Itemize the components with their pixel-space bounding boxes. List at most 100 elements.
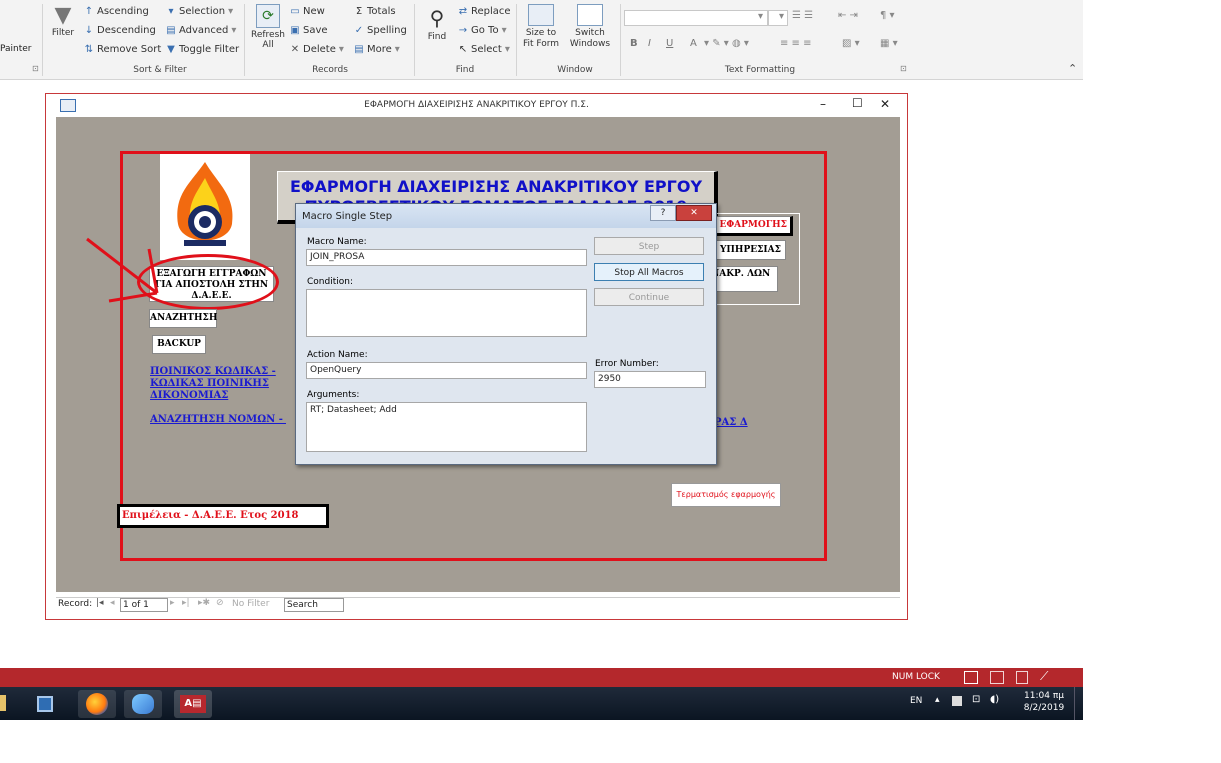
first-record-icon[interactable]: |◂ [96, 598, 104, 608]
backup-button[interactable]: BACKUP [152, 335, 206, 354]
condition-label: Condition: [307, 277, 353, 287]
size-to-fit-icon [528, 4, 554, 26]
media-app-icon[interactable] [26, 690, 64, 718]
sort-descending-icon: ↓ [84, 24, 94, 36]
find-group-label: Find [455, 65, 475, 75]
alignment-buttons[interactable]: ≡ ≡ ≡ [780, 38, 812, 49]
design-view-icon[interactable]: ⟋ [1040, 669, 1048, 684]
new-record-icon[interactable]: ▸✱ [198, 598, 210, 608]
search-button[interactable]: ΑΝΑΖΗΤΗΣΗ [149, 309, 217, 328]
font-color-button[interactable]: A [690, 38, 697, 49]
datasheet-view-icon[interactable] [990, 671, 1004, 684]
indent-button[interactable]: ⇤ ⇥ [838, 10, 858, 21]
font-name-select[interactable]: ▾ [624, 10, 768, 26]
italic-button[interactable]: I [648, 38, 651, 49]
show-desktop-button[interactable] [1074, 687, 1084, 720]
selection-button[interactable]: ▾ Selection ▾ [166, 6, 233, 17]
penal-codes-link[interactable]: ΠΟΙΝΙΚΟΣ ΚΩΔΙΚΑΣ - ΚΩΔΙΚΑΣ ΠΟΙΝΙΚΗΣ ΔΙΚΟ… [150, 366, 280, 402]
form-window-title: ΕΦΑΡΜΟΓΗ ΔΙΑΧΕΙΡΙΣΗΣ ΑΝΑΚΡΙΤΙΚΟΥ ΕΡΓΟΥ Π… [364, 100, 589, 110]
no-filter-label[interactable]: No Filter [232, 599, 269, 609]
binoculars-icon: ⚲ [429, 6, 445, 30]
find-button[interactable]: ⚲ Find [422, 4, 452, 42]
sigma-icon: Σ [355, 5, 363, 17]
volume-icon[interactable]: ◖) [990, 694, 999, 705]
fill-color-button[interactable]: ▨ ▾ [842, 38, 860, 49]
file-explorer-icon[interactable] [0, 695, 6, 711]
totals-button[interactable]: Σ Totals [354, 6, 396, 17]
dialog-close-button[interactable]: ✕ [676, 205, 712, 221]
dropdown-arrow-icon: ▾ [231, 25, 237, 36]
maximize-button[interactable]: ☐ [852, 96, 863, 110]
toggle-filter-button[interactable]: ▼ Toggle Filter [166, 44, 239, 55]
go-to-arrow-icon: → [458, 24, 468, 36]
advanced-button[interactable]: ▤ Advanced ▾ [166, 25, 236, 36]
advanced-filter-icon: ▤ [166, 24, 176, 36]
form-view-icon[interactable] [964, 671, 978, 684]
spelling-button[interactable]: ✓ Spelling [354, 25, 407, 36]
firefox-icon[interactable] [78, 690, 116, 718]
descending-button[interactable]: ↓ Descending [84, 25, 156, 36]
collapse-ribbon-icon[interactable]: ⌃ [1068, 62, 1077, 75]
replace-button[interactable]: ⇄ Replace [458, 6, 511, 17]
highlight-button[interactable]: ▾ ✎ ▾ ◍ ▾ [704, 38, 749, 49]
format-painter-label[interactable]: Painter [0, 44, 32, 54]
error-number-field: 2950 [594, 371, 706, 388]
language-indicator[interactable]: EN [910, 696, 922, 706]
filter-button[interactable]: ▼ Filter [50, 4, 76, 39]
save-record-button[interactable]: ▣ Save [290, 25, 327, 36]
clipboard-launcher-icon[interactable]: ⊡ [32, 64, 39, 73]
refresh-all-button[interactable]: ⟳ Refresh All [250, 4, 286, 50]
sort-ascending-icon: ↑ [84, 5, 94, 17]
text-formatting-launcher-icon[interactable]: ⊡ [900, 64, 907, 73]
toggle-filter-icon: ▼ [167, 43, 175, 55]
window-group-label: Window [557, 65, 593, 75]
dropdown-arrow-icon: ▾ [504, 44, 510, 55]
dropdown-arrow-icon: ▾ [394, 44, 400, 55]
exit-app-button[interactable]: Τερματισμός εφαρμογής [671, 483, 781, 507]
layout-view-icon[interactable] [1016, 671, 1028, 684]
current-record-field[interactable]: 1 of 1 [120, 598, 168, 612]
show-hidden-icons-icon[interactable]: ▴ [935, 695, 940, 705]
spelling-icon: ✓ [354, 24, 364, 36]
more-button[interactable]: ▤ More ▾ [354, 44, 400, 55]
last-record-icon[interactable]: ▸| [182, 598, 190, 608]
network-icon[interactable]: ⊡ [972, 694, 980, 705]
new-record-button[interactable]: ▭ New [290, 6, 325, 17]
footer-credit: Επιμέλεια - Δ.Α.Ε.Ε. Ετος 2018 [117, 504, 329, 528]
previous-record-icon[interactable]: ◂ [110, 598, 115, 608]
remove-sort-button[interactable]: ⇅ Remove Sort [84, 44, 161, 55]
dropdown-arrow-icon: ▾ [501, 25, 507, 36]
underline-button[interactable]: U [666, 38, 673, 49]
app-settings-button[interactable]: Η ΕΦΑΡΜΟΓΗΣ [704, 216, 793, 236]
stop-all-macros-button[interactable]: Stop All Macros [594, 263, 704, 281]
minimize-button[interactable]: – [820, 97, 826, 111]
app-title-line1: ΕΦΑΡΜΟΓΗ ΔΙΑΧΕΙΡΙΣΗΣ ΑΝΑΚΡΙΤΙΚΟΥ ΕΡΓΟΥ [289, 177, 703, 196]
law-search-link[interactable]: ΑΝΑΖΗΤΗΣΗ ΝΟΜΩΝ - ΠΔ [150, 414, 286, 426]
bullets-button[interactable]: ☰ ☰ [792, 10, 813, 21]
ascending-button[interactable]: ↑ Ascending [84, 6, 149, 17]
size-to-fit-button[interactable]: Size to Fit Form [520, 4, 562, 50]
access-app-icon[interactable]: A▤ [174, 690, 212, 718]
go-to-button[interactable]: → Go To ▾ [458, 25, 507, 36]
paint-app-icon[interactable] [124, 690, 162, 718]
replace-icon: ⇄ [458, 5, 468, 17]
next-record-icon[interactable]: ▸ [170, 598, 175, 608]
delete-record-button[interactable]: ✕ Delete ▾ [290, 44, 344, 55]
select-button[interactable]: ↖ Select ▾ [458, 44, 510, 55]
clock[interactable]: 11:04 πμ 8/2/2019 [1018, 690, 1070, 714]
step-button[interactable]: Step [594, 237, 704, 255]
bold-button[interactable]: B [630, 38, 638, 49]
right-link[interactable]: ΡΑΣ Δ [714, 417, 748, 429]
text-formatting-group-label: Text Formatting [724, 65, 796, 75]
paragraph-direction-button[interactable]: ¶ ▾ [880, 10, 895, 21]
close-button[interactable]: ✕ [880, 97, 890, 111]
gridlines-button[interactable]: ▦ ▾ [880, 38, 898, 49]
action-center-flag-icon[interactable] [952, 696, 962, 706]
switch-windows-button[interactable]: Switch Windows [564, 4, 616, 50]
taskbar: A▤ EN ▴ ⊡ ◖) 11:04 πμ 8/2/2019 [0, 687, 1083, 720]
help-button[interactable]: ? [650, 205, 676, 221]
continue-button[interactable]: Continue [594, 288, 704, 306]
search-field[interactable]: Search [284, 598, 344, 612]
arguments-label: Arguments: [307, 390, 360, 400]
font-size-select[interactable]: ▾ [768, 10, 788, 26]
